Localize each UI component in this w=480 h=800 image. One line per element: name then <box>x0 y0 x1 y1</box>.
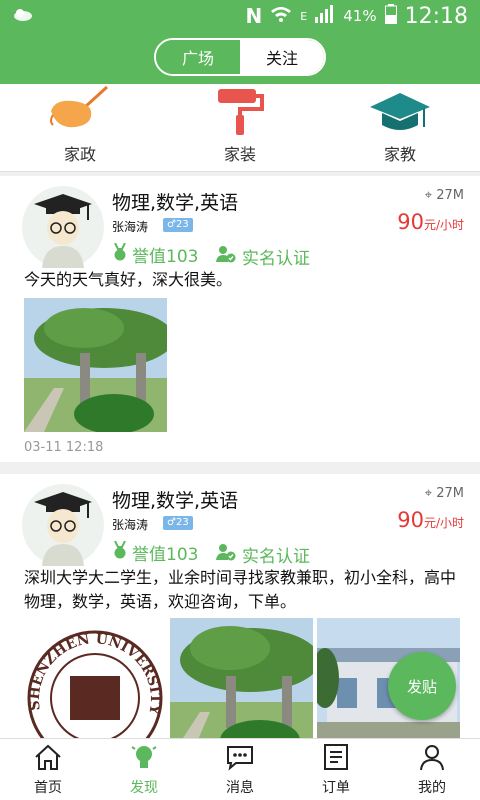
category-tutoring[interactable]: 家教 <box>320 84 480 171</box>
post-card[interactable]: 物理,数学,英语 张海涛 ♂23 ⌖ 27M 90元/小时 誉值103 实名认证… <box>0 176 480 462</box>
nav-item-home[interactable]: 首页 <box>0 739 96 800</box>
category-housekeeping[interactable]: 家政 <box>0 84 160 171</box>
medal-icon <box>112 242 128 266</box>
price-value: 90 <box>397 210 424 234</box>
reputation-value: 誉值103 <box>132 247 199 267</box>
signal-icon <box>315 5 335 27</box>
category-label: 家装 <box>223 145 256 164</box>
nav-label: 发现 <box>130 779 158 796</box>
new-post-button[interactable]: 发贴 <box>388 652 456 720</box>
distance: ⌖ 27M <box>425 188 464 203</box>
verified-user-icon <box>216 245 236 268</box>
status-bar: N E 41% 12:18 <box>0 0 480 32</box>
gender-age-badge: ♂23 <box>163 218 193 232</box>
nav-label: 消息 <box>226 779 254 796</box>
network-type: E <box>300 9 308 23</box>
avatar[interactable] <box>22 484 104 566</box>
nav-label: 首页 <box>34 779 62 796</box>
battery-icon <box>384 4 397 28</box>
feed-tab-switch: 广场 关注 <box>154 38 326 76</box>
post-image-garden[interactable] <box>170 618 313 738</box>
category-bar: 家政 家装 家教 <box>0 84 480 172</box>
gender-age-badge: ♂23 <box>163 516 193 530</box>
price-value: 90 <box>397 508 424 532</box>
location-pin-icon: ⌖ <box>424 486 433 501</box>
distance: ⌖ 27M <box>425 486 464 501</box>
verified-label: 实名认证 <box>242 547 310 567</box>
nav-label: 订单 <box>322 779 350 796</box>
location-pin-icon: ⌖ <box>424 188 433 203</box>
post-subjects: 物理,数学,英语 <box>112 192 239 214</box>
graduation-cap-icon <box>368 89 432 137</box>
post-subjects: 物理,数学,英语 <box>112 490 239 512</box>
discover-bulb-icon <box>129 743 159 775</box>
avatar[interactable] <box>22 186 104 268</box>
post-text: 深圳大学大二学生，业余时间寻找家教兼职，初小全科，高中物理，数学，英语，欢迎咨询… <box>24 568 457 611</box>
reputation-value: 誉值103 <box>132 545 199 565</box>
message-icon <box>224 743 256 775</box>
broom-icon <box>45 85 115 137</box>
app-header: N E 41% 12:18 广场 关注 <box>0 0 480 84</box>
home-icon <box>33 743 63 775</box>
tab-square[interactable]: 广场 <box>156 40 240 74</box>
nav-item-profile[interactable]: 我的 <box>384 739 480 800</box>
nav-item-orders[interactable]: 订单 <box>288 739 384 800</box>
reputation: 誉值103 <box>112 540 198 565</box>
price: 90元/小时 <box>397 210 464 234</box>
nav-label: 我的 <box>418 779 446 796</box>
post-text: 今天的天气真好，深大很美。 <box>24 270 233 289</box>
verified-label: 实名认证 <box>242 249 310 269</box>
price-unit: 元/小时 <box>423 516 464 530</box>
category-renovation[interactable]: 家装 <box>160 84 320 171</box>
post-image-garden[interactable] <box>24 298 167 432</box>
category-label: 家教 <box>383 145 416 164</box>
user-name: 张海涛 <box>112 518 149 532</box>
post-time: 03-11 12:18 <box>24 440 104 455</box>
weather-icon <box>12 7 34 25</box>
verification: 实名认证 <box>216 542 310 567</box>
verified-user-icon <box>216 543 236 566</box>
verification: 实名认证 <box>216 244 310 269</box>
wifi-icon <box>270 5 292 27</box>
nav-item-messages[interactable]: 消息 <box>192 739 288 800</box>
post-image-university-logo[interactable]: SHENZHEN UNIVERSITY 1983 <box>24 618 166 738</box>
distance-value: 27M <box>436 188 464 203</box>
price-unit: 元/小时 <box>423 218 464 232</box>
tab-following[interactable]: 关注 <box>240 40 324 74</box>
category-label: 家政 <box>63 145 96 164</box>
post-feed[interactable]: 物理,数学,英语 张海涛 ♂23 ⌖ 27M 90元/小时 誉值103 实名认证… <box>0 172 480 738</box>
reputation: 誉值103 <box>112 242 198 267</box>
order-icon <box>322 743 350 775</box>
profile-icon <box>418 743 446 775</box>
price: 90元/小时 <box>397 508 464 532</box>
user-name: 张海涛 <box>112 220 149 234</box>
bottom-nav: 首页 发现 消息 订单 我的 <box>0 738 480 800</box>
battery-percent: 41% <box>343 7 377 25</box>
nav-item-discover[interactable]: 发现 <box>96 739 192 800</box>
medal-icon <box>112 540 128 564</box>
clock: 12:18 <box>404 3 468 29</box>
carrier-icon: N <box>245 4 263 28</box>
distance-value: 27M <box>436 486 464 501</box>
paint-roller-icon <box>212 85 268 137</box>
